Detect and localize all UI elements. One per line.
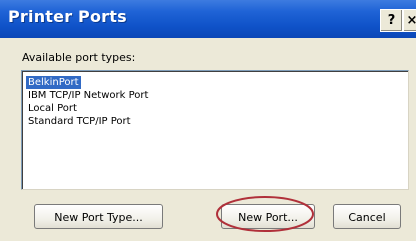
printer-ports-dialog: Printer Ports ? × Available port types: … <box>0 0 416 241</box>
help-button[interactable]: ? <box>380 9 403 32</box>
window-title: Printer Ports <box>8 7 127 26</box>
highlight-circle-annotation <box>216 196 314 232</box>
port-type-item-standard-tcpip[interactable]: Standard TCP/IP Port <box>26 115 133 128</box>
title-bar[interactable]: Printer Ports ? × <box>0 0 416 38</box>
cancel-button[interactable]: Cancel <box>333 204 401 229</box>
port-type-item-belkinport[interactable]: BelkinPort <box>26 76 81 89</box>
port-type-item-ibm-tcpip[interactable]: IBM TCP/IP Network Port <box>26 89 150 102</box>
new-port-type-button[interactable]: New Port Type... <box>34 204 163 229</box>
available-port-types-label: Available port types: <box>22 51 136 64</box>
port-type-item-local-port[interactable]: Local Port <box>26 102 79 115</box>
close-button[interactable]: × <box>403 9 416 32</box>
port-types-listbox[interactable]: BelkinPort IBM TCP/IP Network Port Local… <box>21 70 409 190</box>
